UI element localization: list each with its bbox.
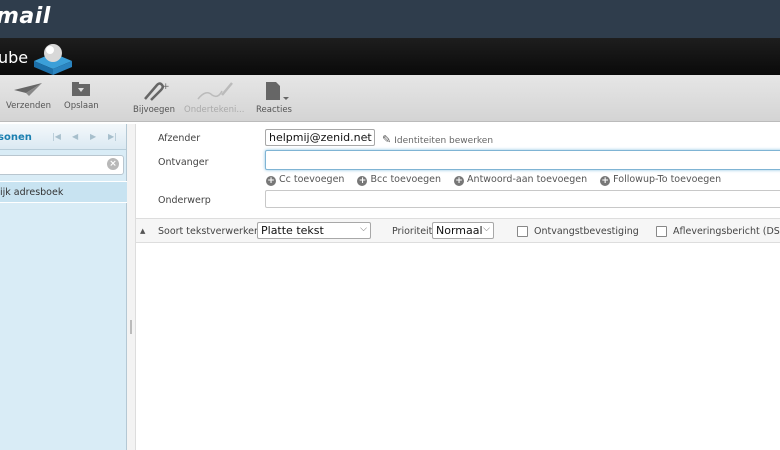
receipt-checkbox[interactable] [517,226,528,237]
plus-icon: + [357,176,368,186]
sidebar-item-addressbook[interactable]: ijk adresboek [0,182,127,203]
from-select[interactable]: helpmij@zenid.net ⌵ [265,129,375,146]
message-body-editor[interactable] [136,243,780,450]
paperclip-icon: + [144,82,169,101]
editor-type-select[interactable]: Platte tekst ⌵ [257,222,371,239]
top-bar: mail [0,0,780,38]
logo-bar: ube [0,38,780,75]
logo-text: ube [0,48,29,67]
save-label: Opslaan [64,101,99,111]
dsn-label: Afleveringsbericht (DSN [673,226,780,237]
attach-button[interactable]: + Bijvoegen [133,81,175,115]
plus-icon: + [266,176,276,186]
add-header-links: + Cc toevoegen + Bcc toevoegen + Antwoord-a… [266,174,731,186]
clear-search-icon[interactable]: × [107,158,119,170]
sidebar-title: sonen [0,132,32,143]
priority-select[interactable]: Normaal ⌵ [432,222,494,239]
add-cc-label: Cc toevoegen [279,174,345,185]
brand-name: mail [0,4,51,29]
pane-splitter[interactable] [127,124,136,450]
chevron-down-icon: ⌵ [360,224,367,234]
edit-identities-link[interactable]: ✎ Identiteiten bewerken [382,133,493,146]
toolbar: Verzenden Opslaan + Bijvoegen Onderteken… [0,75,780,122]
send-button[interactable]: Verzenden [6,81,51,111]
contact-search-input[interactable] [0,155,124,175]
responses-icon [266,82,289,100]
add-followup-to-label: Followup-To toevoegen [613,174,722,185]
chevron-down-icon: ⌵ [364,131,371,141]
dsn-checkbox[interactable] [656,226,667,237]
first-page-icon[interactable]: |◀ [52,132,61,141]
to-label: Ontvanger [158,157,209,168]
responses-button[interactable]: Reacties [256,81,292,115]
responses-label: Reacties [256,105,292,115]
plus-icon: + [454,176,465,186]
svg-text:+: + [162,82,169,92]
sign-label: Ondertekeni... [184,105,245,115]
pencil-icon: ✎ [382,133,392,146]
editor-type-label: Soort tekstverwerker [158,226,258,237]
add-bcc-link[interactable]: + Bcc toevoegen [357,174,442,186]
save-button[interactable]: Opslaan [64,81,99,111]
add-reply-to-label: Antwoord-aan toevoegen [467,174,588,185]
subject-label: Onderwerp [158,195,211,206]
contacts-sidebar: sonen |◀ ◀ ▶ ▶| × ijk adresboek [0,124,127,450]
editor-type-value: Platte tekst [261,224,324,237]
add-cc-link[interactable]: + Cc toevoegen [266,174,345,186]
chevron-down-icon: ⌵ [483,224,490,234]
save-icon [72,82,91,96]
edit-identities-label: Identiteiten bewerken [394,136,494,146]
sidebar-item-label: ijk adresboek [0,187,64,198]
next-page-icon[interactable]: ▶ [90,132,96,141]
add-followup-to-link[interactable]: + Followup-To toevoegen [600,174,722,186]
priority-label: Prioriteit [392,226,433,237]
to-input[interactable] [265,150,780,170]
add-bcc-label: Bcc toevoegen [370,174,442,185]
prev-page-icon[interactable]: ◀ [72,132,78,141]
send-label: Verzenden [6,101,51,111]
compose-headers: Afzender helpmij@zenid.net ⌵ ✎ Identiteit… [136,124,780,218]
collapse-options-icon[interactable]: ▲ [140,227,145,235]
subject-input[interactable] [265,190,780,208]
splitter-grip[interactable] [130,320,132,334]
send-icon [14,83,43,96]
compose-options-bar: ▲ Soort tekstverwerker Platte tekst ⌵ Pr… [136,218,780,243]
sidebar-header: sonen |◀ ◀ ▶ ▶| [0,124,126,150]
add-reply-to-link[interactable]: + Antwoord-aan toevoegen [454,174,588,186]
plus-icon: + [600,176,611,186]
from-value: helpmij@zenid.net [269,131,372,144]
signature-icon [197,82,234,100]
sign-button[interactable]: Ondertekeni... [184,81,244,115]
last-page-icon[interactable]: ▶| [108,132,117,141]
compose-pane: Afzender helpmij@zenid.net ⌵ ✎ Identiteit… [136,124,780,450]
priority-value: Normaal [436,224,483,237]
attach-label: Bijvoegen [133,105,176,115]
receipt-label: Ontvangstbevestiging [534,226,639,237]
roundcube-logo-icon [34,44,72,75]
from-label: Afzender [158,133,201,144]
